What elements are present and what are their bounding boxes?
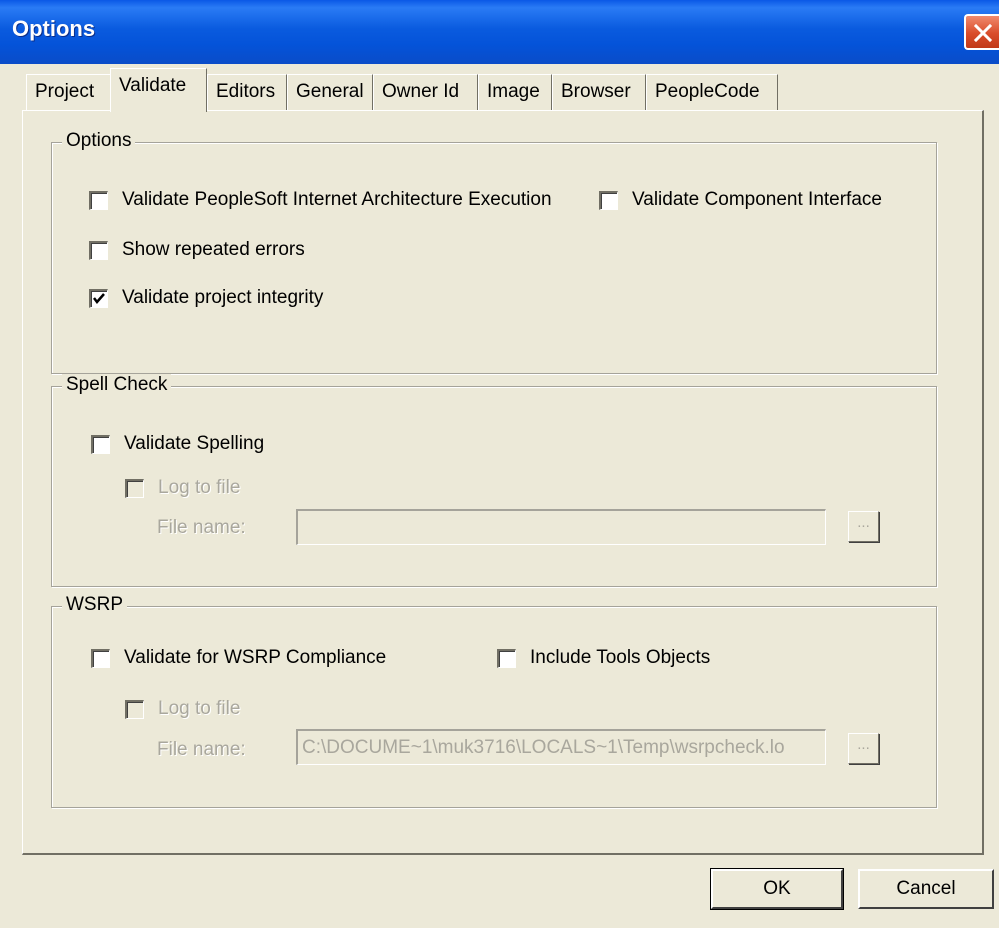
- checkbox-label: Log to file: [158, 477, 241, 498]
- tab-project[interactable]: Project: [26, 74, 112, 110]
- show-repeated-errors-checkbox[interactable]: Show repeated errors: [89, 239, 305, 261]
- tab-general[interactable]: General: [287, 74, 373, 110]
- checkbox-box[interactable]: [91, 434, 110, 454]
- wsrp-group-label: WSRP: [62, 594, 127, 616]
- checkmark-icon: [93, 292, 105, 304]
- tab-label: PeopleCode: [655, 81, 760, 102]
- wsrp-file-name-input[interactable]: C:\DOCUME~1\muk3716\LOCALS~1\Temp\wsrpch…: [296, 729, 826, 765]
- tab-label: Browser: [561, 81, 631, 102]
- validate-wsrp-checkbox[interactable]: Validate for WSRP Compliance: [91, 647, 386, 669]
- wsrp-browse-button[interactable]: ...: [848, 733, 879, 764]
- tab-label: Owner Id: [382, 81, 460, 102]
- wsrp-log-to-file-checkbox[interactable]: Log to file: [125, 698, 240, 720]
- tab-editors[interactable]: Editors: [207, 74, 287, 110]
- tab-image[interactable]: Image: [478, 74, 552, 110]
- wsrp-file-name-label: File name:: [157, 739, 246, 760]
- include-tools-objects-checkbox[interactable]: Include Tools Objects: [497, 647, 710, 669]
- tab-label: Image: [487, 81, 540, 102]
- spell-check-group-label: Spell Check: [62, 374, 172, 396]
- checkbox-box[interactable]: [89, 240, 108, 260]
- checkbox-box[interactable]: [125, 478, 144, 498]
- spell-log-to-file-checkbox[interactable]: Log to file: [125, 477, 240, 499]
- cancel-button[interactable]: Cancel: [858, 869, 994, 909]
- close-button[interactable]: [964, 14, 999, 50]
- checkbox-label: Validate Spelling: [124, 433, 265, 454]
- tab-label: Validate: [119, 75, 187, 96]
- window-title: Options: [12, 16, 96, 41]
- tab-label: General: [296, 81, 364, 102]
- checkbox-label: Show repeated errors: [122, 239, 305, 260]
- checkbox-label: Validate for WSRP Compliance: [124, 647, 387, 668]
- checkbox-label: Validate PeopleSoft Internet Architectur…: [122, 189, 552, 210]
- validate-project-integrity-checkbox[interactable]: Validate project integrity: [89, 287, 323, 309]
- checkbox-label: Validate project integrity: [122, 287, 324, 308]
- checkbox-box[interactable]: [497, 648, 516, 668]
- tab-validate[interactable]: Validate: [110, 68, 207, 112]
- checkbox-label: Validate Component Interface: [632, 189, 882, 210]
- options-dialog: Options Project Validate Editors General…: [0, 0, 999, 928]
- checkbox-label: Include Tools Objects: [530, 647, 711, 668]
- checkbox-box[interactable]: [599, 190, 618, 210]
- tab-label: Project: [35, 81, 95, 102]
- validate-ci-checkbox[interactable]: Validate Component Interface: [599, 189, 882, 211]
- spell-file-name-label: File name:: [157, 517, 246, 538]
- checkbox-box[interactable]: [89, 288, 108, 308]
- tab-browser[interactable]: Browser: [552, 74, 646, 110]
- checkbox-box[interactable]: [91, 648, 110, 668]
- checkbox-box[interactable]: [125, 699, 144, 719]
- title-bar[interactable]: Options: [0, 0, 999, 64]
- tab-label: Editors: [216, 81, 276, 102]
- spell-browse-button[interactable]: ...: [848, 511, 879, 542]
- options-group-label: Options: [62, 130, 136, 152]
- tab-owner-id[interactable]: Owner Id: [373, 74, 478, 110]
- checkbox-box[interactable]: [89, 190, 108, 210]
- validate-pia-checkbox[interactable]: Validate PeopleSoft Internet Architectur…: [89, 189, 552, 211]
- spell-file-name-input[interactable]: [296, 509, 826, 545]
- close-icon: [973, 23, 993, 43]
- tab-peoplecode[interactable]: PeopleCode: [646, 74, 778, 110]
- validate-spelling-checkbox[interactable]: Validate Spelling: [91, 433, 264, 455]
- ok-button[interactable]: OK: [710, 868, 844, 910]
- validate-tab-panel: Options Validate PeopleSoft Internet Arc…: [22, 110, 984, 855]
- checkbox-label: Log to file: [158, 698, 241, 719]
